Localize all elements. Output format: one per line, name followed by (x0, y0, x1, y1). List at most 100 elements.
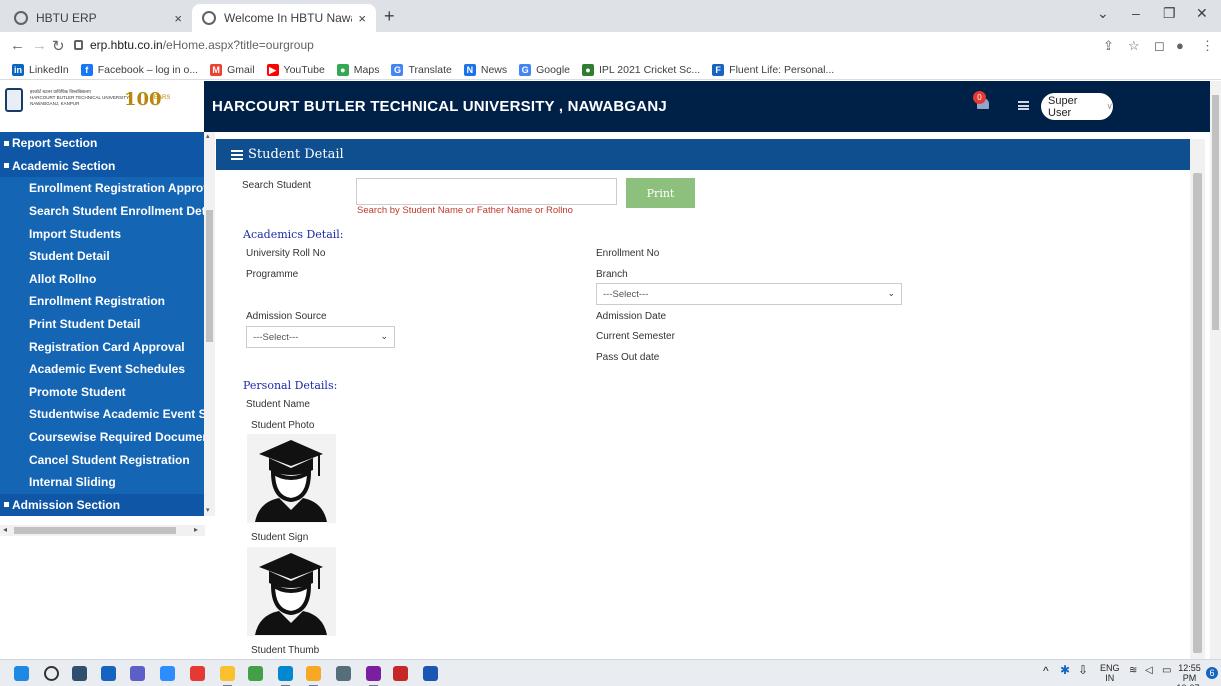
usb-icon[interactable]: ⇩ (1078, 664, 1088, 676)
clock[interactable]: 12:55 PM 10-07-2022 (1147, 663, 1207, 686)
calculator-icon[interactable] (336, 666, 351, 681)
sidebar-item-coursewise-required-document[interactable]: Coursewise Required Document (0, 425, 204, 449)
back-icon[interactable]: ← (10, 37, 25, 54)
bookmark-item[interactable]: N News (463, 63, 508, 76)
filezilla-icon[interactable] (393, 666, 408, 681)
scroll-right-icon[interactable]: ▸ (194, 525, 198, 534)
bookmark-label: News (480, 63, 508, 76)
pass-out-date-label: Pass Out date (596, 352, 660, 363)
sidebar-horizontal-scrollbar[interactable]: ◂ ▸ (0, 525, 205, 536)
tab-welcome-hbtu[interactable]: Welcome In HBTU Nawabganj Ca × (192, 4, 376, 32)
sidebar-item-report-section[interactable]: Report Section (0, 132, 204, 155)
bookmark-label: YouTube (283, 63, 325, 76)
widgets-icon[interactable] (101, 666, 116, 681)
edge-icon[interactable] (278, 666, 293, 686)
share-icon[interactable]: ⇪ (1103, 38, 1114, 54)
tab-close-icon[interactable]: × (358, 11, 366, 26)
side-panel-icon[interactable]: ◻ (1154, 38, 1165, 54)
scroll-left-icon[interactable]: ◂ (3, 525, 7, 534)
sidebar-item-enrollment-registration-approva[interactable]: Enrollment Registration Approva (0, 177, 204, 200)
bookmark-item[interactable]: f Facebook – log in o... (80, 63, 198, 76)
bookmark-item[interactable]: in LinkedIn (12, 63, 69, 76)
window-close-icon[interactable]: ✕ (1196, 5, 1208, 22)
print-button[interactable]: Print (626, 178, 695, 208)
bookmark-favicon-icon: G (519, 63, 532, 76)
minimize-icon[interactable]: – (1132, 5, 1140, 21)
user-menu[interactable]: Super User ∨ (1041, 93, 1113, 120)
search-hint: Search by Student Name or Father Name or… (357, 205, 573, 216)
bookmark-favicon-icon: N (463, 63, 476, 76)
forward-icon[interactable]: → (32, 37, 47, 54)
bookmark-item[interactable]: F Fluent Life: Personal... (712, 63, 834, 76)
bookmark-item[interactable]: ● Maps (336, 63, 380, 76)
bookmark-item[interactable]: G Translate (391, 63, 452, 76)
search-icon[interactable] (44, 666, 59, 681)
tab-search-chevron-icon[interactable]: ⌄ (1097, 5, 1109, 22)
word-icon[interactable] (423, 666, 438, 681)
restore-icon[interactable]: ❐ (1163, 5, 1176, 22)
sidebar: Report Section Academic Section Enrollment… (0, 132, 215, 538)
sidebar-item-print-student-detail[interactable]: Print Student Detail (0, 312, 204, 336)
bookmark-item[interactable]: M Gmail (210, 63, 255, 76)
tray-overflow-icon[interactable]: ^ (1043, 665, 1049, 677)
visual-studio-icon[interactable] (366, 666, 381, 686)
new-tab-button[interactable]: + (384, 6, 395, 27)
tab-hbtu-erp[interactable]: HBTU ERP × (4, 4, 192, 32)
content-vertical-scrollbar[interactable] (1190, 139, 1205, 659)
anydesk-icon[interactable] (190, 666, 205, 681)
bookmark-item[interactable]: ● IPL 2021 Cricket Sc... (582, 63, 700, 76)
sidebar-item-student-detail[interactable]: Student Detail (0, 244, 204, 268)
start-icon[interactable] (14, 666, 29, 681)
emblem-icon (5, 88, 23, 112)
branch-label: Branch (596, 269, 628, 280)
sidebar-vertical-scrollbar[interactable]: ▴ ▾ (204, 132, 215, 516)
notifications-button[interactable]: 0 (973, 91, 991, 110)
wifi-icon[interactable]: ≋ (1129, 666, 1137, 676)
bookmark-label: Maps (353, 63, 380, 76)
teams-icon[interactable] (130, 666, 145, 681)
bluetooth-icon[interactable]: ✱ (1060, 664, 1070, 676)
bookmark-star-icon[interactable]: ☆ (1128, 38, 1140, 54)
language-indicator[interactable]: ENG IN (1100, 663, 1120, 683)
hamburger-icon[interactable] (231, 149, 243, 160)
admission-source-select[interactable]: ---Select--- ⌄ (246, 326, 395, 348)
page-vertical-scrollbar[interactable] (1210, 81, 1221, 659)
sidebar-item-enrollment-registration[interactable]: Enrollment Registration (0, 290, 204, 313)
messages-icon[interactable] (1018, 101, 1029, 110)
file-explorer-icon[interactable] (306, 666, 321, 686)
scrollbar-thumb[interactable] (1212, 95, 1219, 330)
sidebar-item-academic-section[interactable]: Academic Section (0, 154, 204, 178)
sidebar-item-academic-event-schedules[interactable]: Academic Event Schedules (0, 357, 204, 381)
chrome-icon[interactable] (220, 666, 235, 686)
scrollbar-thumb[interactable] (1193, 173, 1202, 653)
sidebar-item-studentwise-academic-event-sc[interactable]: Studentwise Academic Event Sc (0, 403, 204, 426)
zoom-icon[interactable] (160, 666, 175, 681)
scroll-down-icon[interactable]: ▾ (206, 506, 210, 514)
address-bar[interactable]: erp.hbtu.co.in/eHome.aspx?title=ourgroup (90, 38, 314, 52)
sidebar-item-label: Registration Card Approval (29, 339, 185, 354)
sidebar-item-internal-sliding[interactable]: Internal Sliding (0, 470, 204, 494)
bookmark-item[interactable]: G Google (519, 63, 570, 76)
sidebar-item-promote-student[interactable]: Promote Student (0, 380, 204, 404)
sidebar-item-search-student-enrollment-deta[interactable]: Search Student Enrollment Deta (0, 199, 204, 223)
profile-icon[interactable]: ● (1176, 38, 1184, 53)
menu-kebab-icon[interactable]: ⋮ (1201, 38, 1214, 54)
sidebar-item-allot-rollno[interactable]: Allot Rollno (0, 267, 204, 291)
scroll-up-icon[interactable]: ▴ (206, 132, 210, 140)
scrollbar-thumb[interactable] (14, 527, 176, 534)
photos-icon[interactable] (248, 666, 263, 681)
branch-select[interactable]: ---Select--- ⌄ (596, 283, 902, 305)
sidebar-item-import-students[interactable]: Import Students (0, 222, 204, 245)
scrollbar-thumb[interactable] (206, 210, 213, 342)
notification-count-badge[interactable]: 6 (1206, 667, 1218, 679)
sidebar-item-registration-card-approval[interactable]: Registration Card Approval (0, 335, 204, 358)
tab-close-icon[interactable]: × (174, 11, 182, 26)
sidebar-item-admission-section[interactable]: Admission Section (0, 493, 204, 516)
search-student-input[interactable] (356, 178, 617, 205)
bookmark-label: Google (536, 63, 570, 76)
task-view-icon[interactable] (72, 666, 87, 681)
sidebar-item-cancel-student-registration[interactable]: Cancel Student Registration (0, 448, 204, 471)
university-logo[interactable]: हरकोर्ट बटलर प्राविधिक विश्वविद्यालय HAR… (0, 81, 204, 132)
bookmark-item[interactable]: ▶ YouTube (266, 63, 325, 76)
reload-icon[interactable]: ↻ (52, 37, 65, 55)
